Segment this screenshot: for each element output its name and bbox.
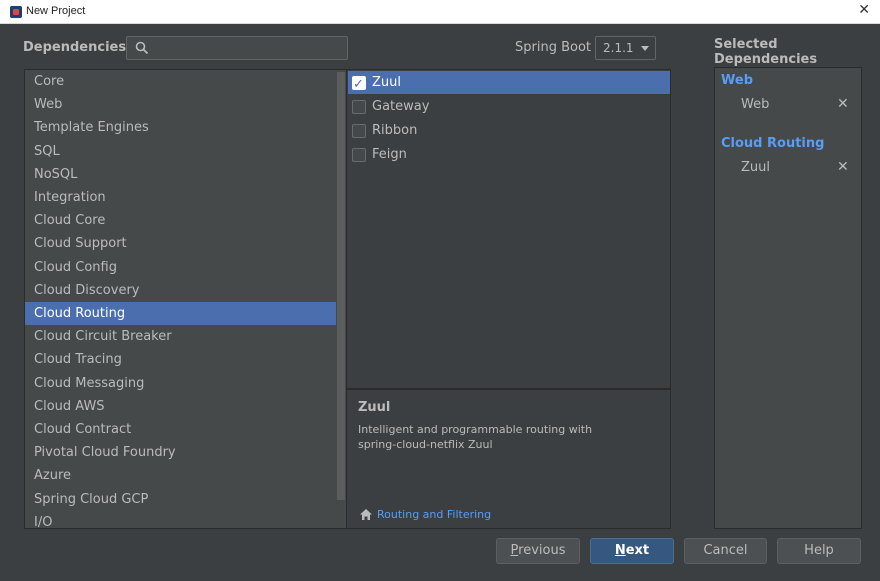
category-item[interactable]: Cloud Core bbox=[25, 209, 338, 232]
intellij-app-icon bbox=[10, 6, 22, 18]
category-item[interactable]: Cloud Contract bbox=[25, 418, 338, 441]
description-panel: Zuul Intelligent and programmable routin… bbox=[347, 389, 671, 529]
close-window-button[interactable]: ✕ bbox=[858, 2, 870, 18]
selected-group-web: Web bbox=[721, 73, 753, 88]
dependency-item[interactable]: ✓ Zuul bbox=[348, 71, 670, 94]
category-item[interactable]: Azure bbox=[25, 464, 338, 487]
category-item[interactable]: Template Engines bbox=[25, 116, 338, 139]
dependency-checkbox[interactable] bbox=[352, 100, 366, 114]
spring-boot-version-value: 2.1.1 bbox=[603, 41, 634, 55]
category-item[interactable]: Web bbox=[25, 93, 338, 116]
category-item[interactable]: Cloud Config bbox=[25, 256, 338, 279]
category-item[interactable]: Cloud Tracing bbox=[25, 348, 338, 371]
category-item[interactable]: Core bbox=[25, 70, 338, 93]
window-title: New Project bbox=[26, 5, 86, 17]
next-label: ext bbox=[625, 543, 650, 558]
selected-dependencies-heading: Selected Dependencies bbox=[714, 37, 818, 67]
dependency-list: ✓ Zuul Gateway Ribbon Feign bbox=[347, 69, 671, 389]
routing-filtering-link-label: Routing and Filtering bbox=[377, 508, 492, 521]
search-input[interactable] bbox=[153, 39, 343, 57]
dependencies-heading: Dependencies bbox=[23, 40, 127, 55]
category-item[interactable]: SQL bbox=[25, 140, 338, 163]
previous-mnemonic: P bbox=[510, 543, 519, 558]
category-item[interactable]: Cloud Circuit Breaker bbox=[25, 325, 338, 348]
help-button[interactable]: Help bbox=[777, 538, 861, 564]
dependency-label: Gateway bbox=[372, 99, 430, 114]
dependency-item[interactable]: Feign bbox=[348, 143, 670, 166]
previous-button[interactable]: Previous bbox=[496, 538, 580, 564]
category-item[interactable]: NoSQL bbox=[25, 163, 338, 186]
spring-boot-version-select[interactable]: 2.1.1 bbox=[595, 36, 656, 60]
category-scrollbar[interactable] bbox=[336, 70, 346, 528]
search-icon bbox=[135, 41, 149, 55]
dependency-item[interactable]: Ribbon bbox=[348, 119, 670, 142]
category-item[interactable]: Pivotal Cloud Foundry bbox=[25, 441, 338, 464]
selected-item-web: Web bbox=[741, 97, 770, 112]
checkmark-icon: ✓ bbox=[353, 77, 364, 92]
category-scrollbar-thumb[interactable] bbox=[337, 72, 345, 500]
remove-web-close-icon[interactable]: ✕ bbox=[837, 96, 849, 112]
chevron-down-icon bbox=[641, 46, 649, 51]
description-title: Zuul bbox=[358, 400, 391, 415]
selected-dependencies-panel: Web Web ✕ Cloud Routing Zuul ✕ bbox=[714, 67, 862, 529]
next-mnemonic: N bbox=[614, 543, 626, 558]
category-item[interactable]: Cloud Messaging bbox=[25, 372, 338, 395]
category-item[interactable]: Cloud Routing bbox=[25, 302, 338, 325]
selected-group-cloud-routing: Cloud Routing bbox=[721, 136, 825, 151]
home-icon bbox=[360, 509, 372, 520]
spring-boot-label: Spring Boot bbox=[515, 40, 592, 55]
dependency-item[interactable]: Gateway bbox=[348, 95, 670, 118]
dependency-label: Ribbon bbox=[372, 123, 418, 138]
category-item[interactable]: Spring Cloud GCP bbox=[25, 488, 338, 511]
cancel-button[interactable]: Cancel bbox=[684, 538, 767, 564]
next-button[interactable]: Next bbox=[590, 538, 674, 564]
category-item[interactable]: Integration bbox=[25, 186, 338, 209]
dependency-label: Feign bbox=[372, 147, 407, 162]
category-item[interactable]: Cloud AWS bbox=[25, 395, 338, 418]
description-text-line-1: Intelligent and programmable routing wit… bbox=[358, 423, 593, 436]
selected-item-zuul: Zuul bbox=[741, 160, 770, 175]
description-text-line-2: spring-cloud-netflix Zuul bbox=[358, 438, 493, 451]
remove-zuul-close-icon[interactable]: ✕ bbox=[837, 159, 849, 175]
previous-label: revious bbox=[518, 543, 566, 558]
category-item[interactable]: Cloud Discovery bbox=[25, 279, 338, 302]
dependency-checkbox[interactable]: ✓ bbox=[352, 76, 366, 92]
title-bar: New Project ✕ bbox=[0, 0, 880, 24]
category-item[interactable]: I/O bbox=[25, 511, 338, 528]
category-list: I/O Spring Cloud GCP Azure Pivotal Cloud Fo… bbox=[24, 69, 347, 529]
dependency-checkbox[interactable] bbox=[352, 124, 366, 138]
category-item[interactable]: Cloud Support bbox=[25, 232, 338, 255]
dependency-checkbox[interactable] bbox=[352, 148, 366, 162]
search-field[interactable] bbox=[126, 36, 348, 60]
dependency-label: Zuul bbox=[372, 75, 401, 90]
